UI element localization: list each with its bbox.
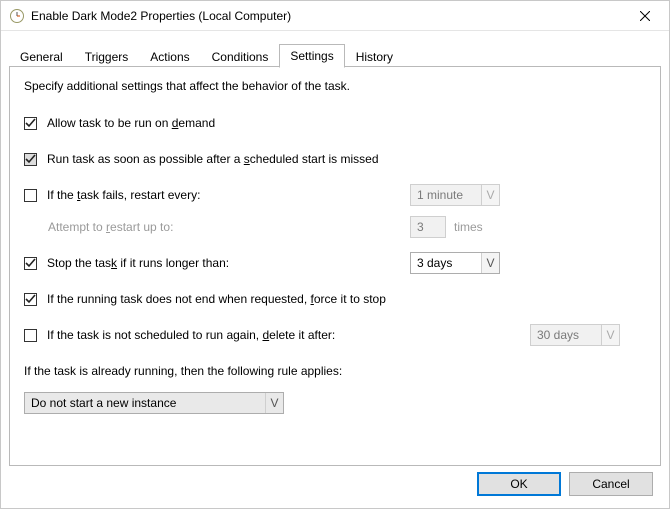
attempt-unit: times	[454, 220, 483, 234]
settings-panel: Specify additional settings that affect …	[9, 66, 661, 466]
if-fails-checkbox[interactable]	[24, 189, 37, 202]
stop-long-label: Stop the task if it runs longer than:	[47, 256, 229, 270]
rule-label-row: If the task is already running, then the…	[24, 359, 646, 383]
chevron-down-icon[interactable]: V	[265, 393, 283, 413]
if-fails-row: If the task fails, restart every: 1 minu…	[24, 183, 646, 207]
delete-after-dropdown: 30 days V	[530, 324, 620, 346]
chevron-down-icon: V	[481, 185, 499, 205]
allow-on-demand-row: Allow task to be run on demand	[24, 111, 646, 135]
dialog-buttons: OK Cancel	[477, 472, 653, 496]
ok-button[interactable]: OK	[477, 472, 561, 496]
if-fails-label: If the task fails, restart every:	[47, 188, 200, 202]
tab-container: General Triggers Actions Conditions Sett…	[1, 31, 669, 466]
tab-actions[interactable]: Actions	[139, 45, 200, 68]
attempt-row: Attempt to restart up to: 3 times	[24, 215, 646, 239]
run-asap-label: Run task as soon as possible after a sch…	[47, 152, 379, 166]
tab-history[interactable]: History	[345, 45, 404, 68]
force-stop-checkbox[interactable]	[24, 293, 37, 306]
tab-strip: General Triggers Actions Conditions Sett…	[9, 43, 661, 67]
titlebar: Enable Dark Mode2 Properties (Local Comp…	[1, 1, 669, 31]
rule-label: If the task is already running, then the…	[24, 364, 342, 378]
delete-after-label: If the task is not scheduled to run agai…	[47, 328, 335, 342]
stop-long-row: Stop the task if it runs longer than: 3 …	[24, 251, 646, 275]
close-button[interactable]	[625, 2, 665, 30]
force-stop-label: If the running task does not end when re…	[47, 292, 386, 306]
delete-after-row: If the task is not scheduled to run agai…	[24, 323, 646, 347]
stop-long-dropdown[interactable]: 3 days V	[410, 252, 500, 274]
window-title: Enable Dark Mode2 Properties (Local Comp…	[31, 9, 625, 23]
settings-heading: Specify additional settings that affect …	[24, 79, 646, 93]
chevron-down-icon: V	[601, 325, 619, 345]
properties-dialog: Enable Dark Mode2 Properties (Local Comp…	[0, 0, 670, 509]
run-asap-row: Run task as soon as possible after a sch…	[24, 147, 646, 171]
close-icon	[640, 11, 650, 21]
attempt-count-input: 3	[410, 216, 446, 238]
stop-long-checkbox[interactable]	[24, 257, 37, 270]
delete-after-checkbox[interactable]	[24, 329, 37, 342]
tab-conditions[interactable]: Conditions	[201, 45, 280, 68]
tab-general[interactable]: General	[9, 45, 74, 68]
instance-rule-dropdown[interactable]: Do not start a new instance V	[24, 392, 284, 414]
run-asap-checkbox[interactable]	[24, 153, 37, 166]
restart-interval-dropdown: 1 minute V	[410, 184, 500, 206]
chevron-down-icon[interactable]: V	[481, 253, 499, 273]
tab-settings[interactable]: Settings	[279, 44, 344, 68]
task-scheduler-icon	[9, 8, 25, 24]
rule-combo-row: Do not start a new instance V	[24, 391, 646, 415]
tab-triggers[interactable]: Triggers	[74, 45, 140, 68]
force-stop-row: If the running task does not end when re…	[24, 287, 646, 311]
cancel-button[interactable]: Cancel	[569, 472, 653, 496]
allow-on-demand-checkbox[interactable]	[24, 117, 37, 130]
attempt-label: Attempt to restart up to:	[48, 220, 173, 234]
allow-on-demand-label: Allow task to be run on demand	[47, 116, 215, 130]
